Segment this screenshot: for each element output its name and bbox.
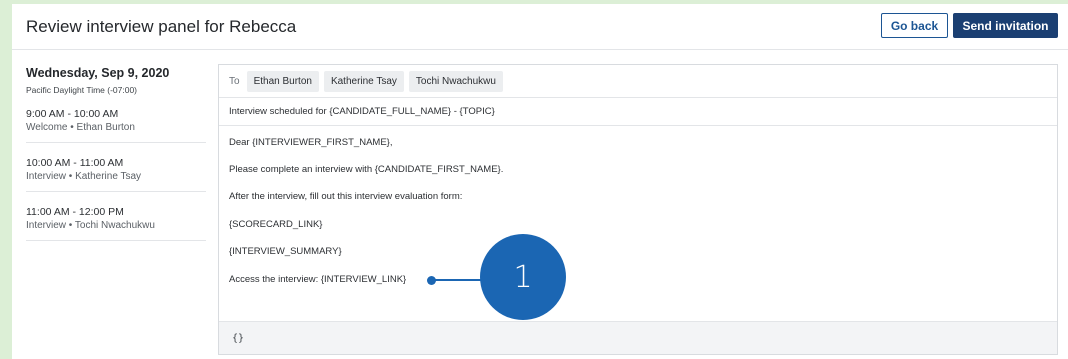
page-header: Review interview panel for Rebecca Go ba… [12,4,1068,50]
body-line: Dear {INTERVIEWER_FIRST_NAME}, [229,137,393,148]
schedule-timezone: Pacific Daylight Time (-07:00) [26,85,138,95]
schedule-slot: 10:00 AM - 11:00 AM Interview • Katherin… [26,157,206,192]
callout-badge: 1 [480,234,566,320]
schedule-date: Wednesday, Sep 9, 2020 [26,66,170,80]
body-line: After the interview, fill out this inter… [229,191,463,202]
recipient-chip[interactable]: Tochi Nwachukwu [408,70,503,92]
slot-description: Welcome • Ethan Burton [26,122,135,133]
schedule-sidebar: Wednesday, Sep 9, 2020 Pacific Daylight … [26,66,206,241]
page-title: Review interview panel for Rebecca [26,17,297,36]
slot-description: Interview • Katherine Tsay [26,171,142,182]
subject-field[interactable]: Interview scheduled for {CANDIDATE_FULL_… [219,98,1057,126]
recipients-field[interactable]: To Ethan Burton Katherine Tsay Tochi Nwa… [219,65,1057,98]
recipient-chip[interactable]: Ethan Burton [246,70,319,92]
slot-time: 9:00 AM - 10:00 AM [26,108,119,120]
slot-time: 11:00 AM - 12:00 PM [26,206,124,218]
send-invitation-button[interactable]: Send invitation [953,13,1058,38]
go-back-button[interactable]: Go back [881,13,948,38]
schedule-slot: 11:00 AM - 12:00 PM Interview • Tochi Nw… [26,206,206,241]
body-line: Access the interview: {INTERVIEW_LINK} [229,274,407,285]
body-line: Please complete an interview with {CANDI… [229,164,504,175]
body-line: {SCORECARD_LINK} [229,219,323,230]
slot-time: 10:00 AM - 11:00 AM [26,157,124,169]
email-body-editor[interactable]: Dear {INTERVIEWER_FIRST_NAME}, Please co… [219,126,1057,321]
slot-description: Interview • Tochi Nwachukwu [26,220,155,231]
insert-variable-button[interactable]: {} [219,321,1057,354]
callout-dot [427,276,436,285]
recipient-chip[interactable]: Katherine Tsay [323,70,404,92]
body-line: {INTERVIEW_SUMMARY} [229,246,342,257]
to-label: To [229,75,240,87]
email-editor: To Ethan Burton Katherine Tsay Tochi Nwa… [218,64,1058,355]
schedule-slot: 9:00 AM - 10:00 AM Welcome • Ethan Burto… [26,108,206,143]
callout-connector [434,279,484,281]
